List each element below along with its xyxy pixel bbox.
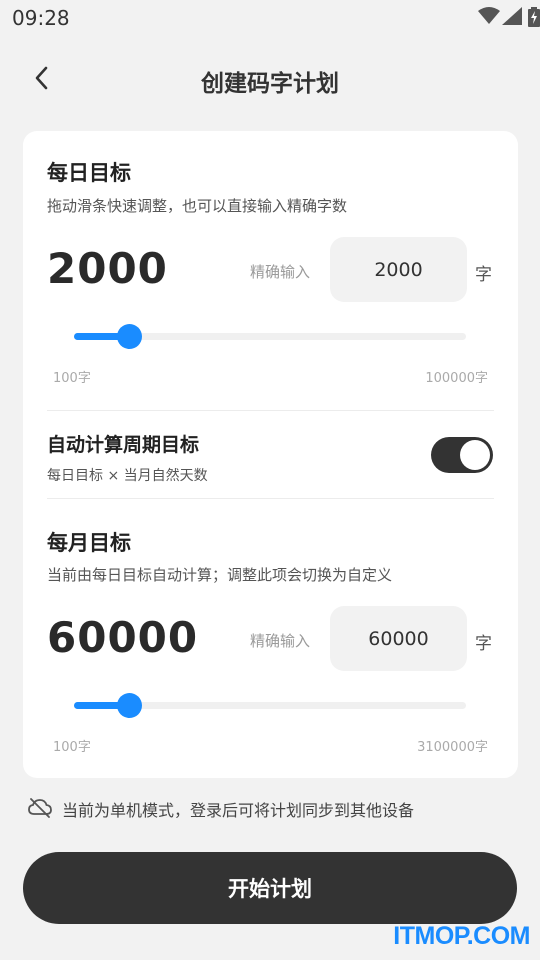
auto-calc-toggle-knob [460,440,490,470]
status-bar: 09:28 [0,0,540,36]
monthly-exact-input[interactable] [330,606,467,671]
wifi-icon [478,7,500,24]
daily-unit-label: 字 [475,265,492,285]
monthly-range-min: 100字 [53,740,91,755]
daily-slider[interactable] [74,324,466,349]
auto-calc-title: 自动计算周期目标 [47,434,200,456]
monthly-target-value: 60000 [47,613,199,662]
divider [47,498,494,499]
cloud-off-icon [28,798,52,818]
auto-calc-description: 每日目标 × 当月自然天数 [47,468,208,484]
daily-slider-thumb[interactable] [116,324,142,349]
daily-exact-input[interactable] [330,237,467,302]
daily-range-max: 100000字 [425,371,488,386]
daily-range-min: 100字 [53,371,91,386]
monthly-exact-label: 精确输入 [250,632,311,650]
plan-card: 每日目标 拖动滑条快速调整，也可以直接输入精确字数 2000 精确输入 字 10… [23,131,518,778]
signal-icon [502,7,522,25]
monthly-slider[interactable] [74,693,466,718]
page-title: 创建码字计划 [201,71,339,97]
header: 创建码字计划 [0,50,540,106]
watermark: ITMOP.COM [393,922,530,950]
offline-note-text: 当前为单机模式，登录后可将计划同步到其他设备 [62,801,415,820]
monthly-target-title: 每月目标 [47,531,131,555]
divider [47,410,494,411]
status-time: 09:28 [12,6,70,30]
daily-target-title: 每日目标 [47,161,131,185]
monthly-range-max: 3100000字 [417,740,488,755]
monthly-unit-label: 字 [475,634,492,654]
daily-exact-label: 精确输入 [250,263,311,281]
daily-target-value: 2000 [47,244,168,293]
start-plan-button[interactable]: 开始计划 [23,852,517,924]
monthly-target-description: 当前由每日目标自动计算；调整此项会切换为自定义 [47,566,393,584]
auto-calc-toggle[interactable] [431,437,493,473]
monthly-slider-thumb[interactable] [116,693,142,718]
battery-charging-icon [528,7,540,27]
daily-target-description: 拖动滑条快速调整，也可以直接输入精确字数 [47,197,348,215]
